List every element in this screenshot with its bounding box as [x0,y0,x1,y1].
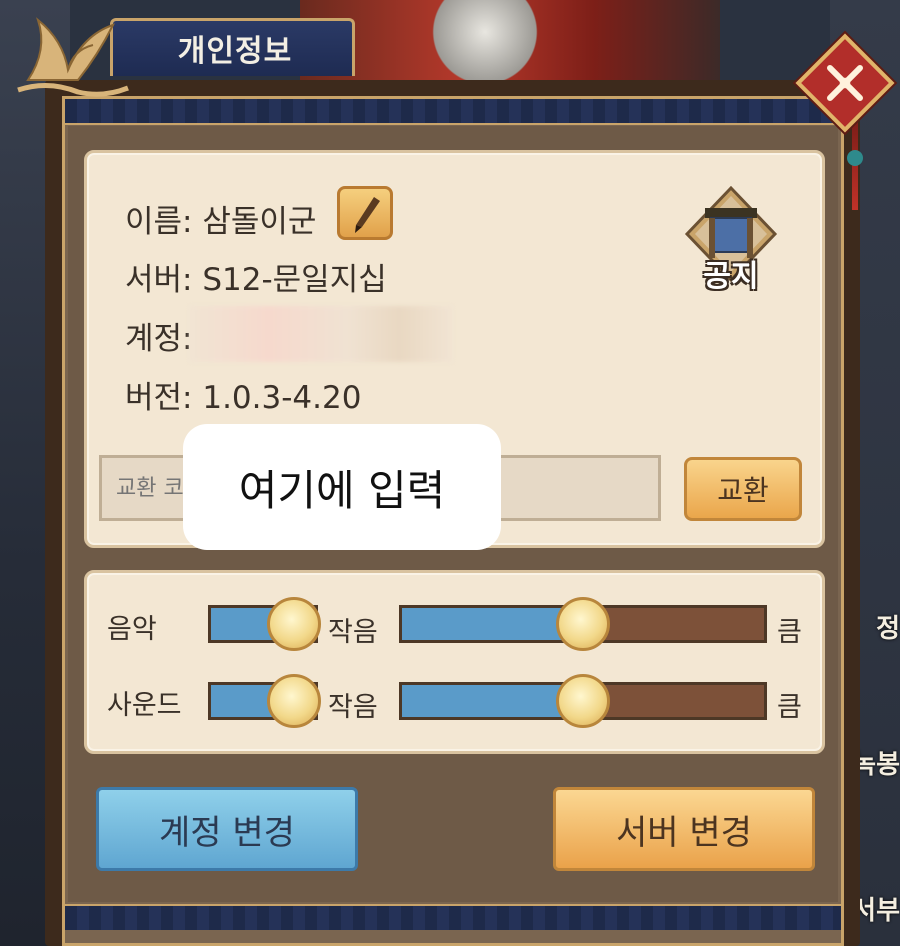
edit-name-button[interactable] [337,186,393,240]
name-row: 이름: 삼돌이군 [125,196,316,241]
music-min-label: 작음 [328,617,378,648]
sound-label: 사운드 [107,690,182,721]
name-label: 이름: [125,204,193,240]
music-toggle-knob[interactable] [267,597,321,651]
notice-label[interactable]: 공지 [683,251,779,295]
character-artwork-detail [430,0,540,80]
close-icon[interactable] [822,60,868,106]
redeem-button[interactable]: 교환 [684,457,802,521]
server-value: S12-문일지십 [202,262,387,298]
account-label: 계정: [125,321,193,357]
server-label: 서버: [125,262,193,298]
version-value: 1.0.3-4.20 [202,380,362,416]
sound-max-label: 큼 [777,692,802,723]
sound-volume-knob[interactable] [556,674,610,728]
sound-panel [84,570,825,754]
window-title: 개인정보 [177,34,293,69]
tassel-bead [847,150,863,166]
crane-ornament-icon [17,17,129,97]
account-row: 계정: [125,313,192,358]
side-menu-item-1[interactable]: 정 [876,608,900,645]
frame-pattern-top [65,99,841,125]
name-value: 삼돌이군 [202,204,317,240]
brush-icon [355,197,380,233]
change-account-button[interactable]: 계정 변경 [96,787,358,871]
version-label: 버전: [125,380,193,416]
music-label: 음악 [107,614,157,645]
music-max-label: 큼 [777,617,802,648]
account-value-redacted [190,306,452,362]
server-row: 서버: S12-문일지십 [125,254,387,299]
change-server-button[interactable]: 서버 변경 [553,787,815,871]
music-volume-knob[interactable] [556,597,610,651]
frame-pattern-bottom [65,904,841,930]
sound-toggle-knob[interactable] [267,674,321,728]
version-row: 버전: 1.0.3-4.20 [125,372,361,417]
sound-min-label: 작음 [328,692,378,723]
input-hint-overlay: 여기에 입력 [183,424,501,550]
